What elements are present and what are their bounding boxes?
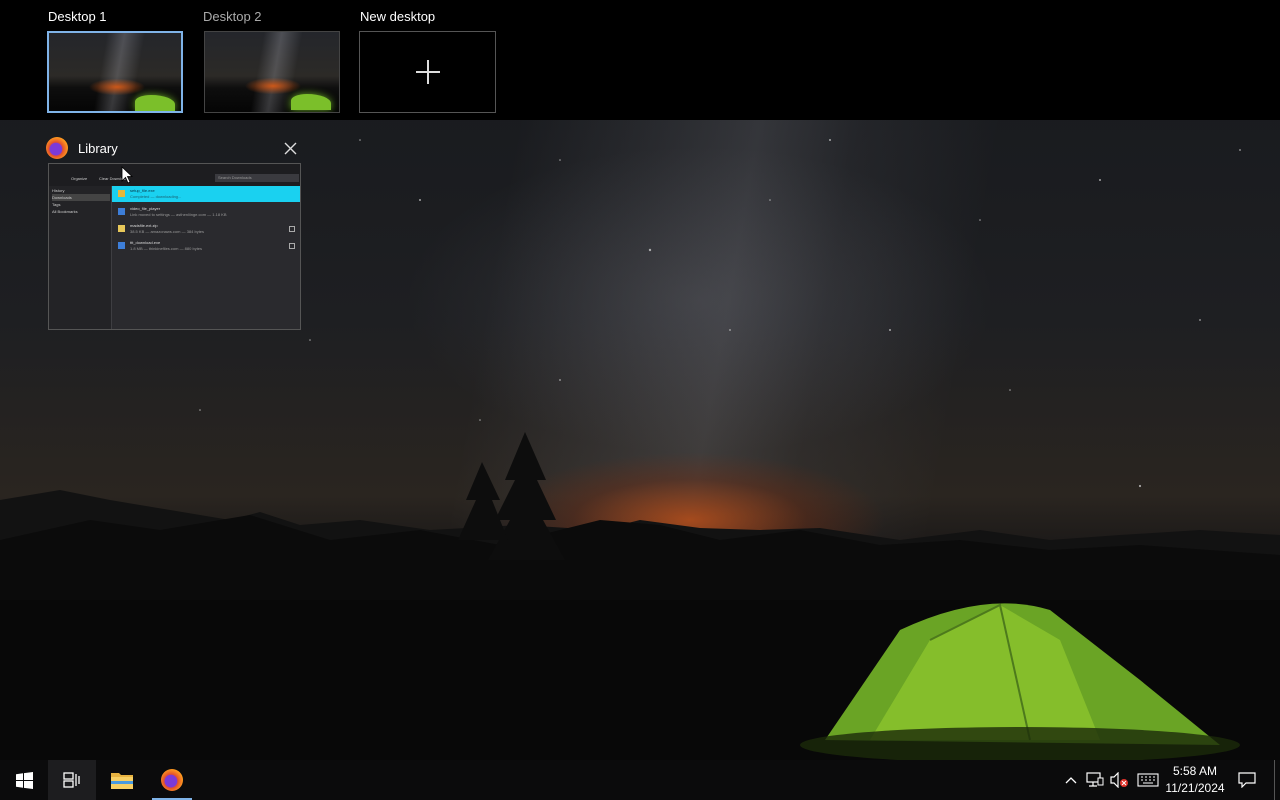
search-downloads-field: Search Downloads — [215, 174, 299, 182]
volume-button[interactable] — [1109, 770, 1129, 790]
new-desktop-button[interactable] — [359, 31, 496, 113]
download-detail: Completed — downloading... — [130, 194, 182, 199]
sidebar-item-history: History — [52, 188, 65, 193]
volume-muted-icon — [1110, 772, 1128, 788]
library-sidebar: History Downloads Tags All Bookmarks — [49, 186, 112, 329]
download-row: madsfile.ext.zip 38.5 KB — amazonaws.com… — [112, 221, 300, 237]
close-icon — [284, 142, 296, 154]
task-view-icon — [63, 772, 80, 788]
desktop-1-thumbnail[interactable] — [47, 31, 183, 113]
file-icon — [118, 208, 125, 215]
windows-start-icon — [15, 771, 33, 789]
firefox-icon — [46, 137, 68, 159]
firefox-icon — [161, 769, 183, 791]
download-name: ttt_download.exe — [130, 240, 161, 245]
download-row: setup_file.exe Completed — downloading..… — [112, 186, 300, 202]
window-title-bar[interactable]: Library — [46, 136, 302, 162]
organize-button: Organize — [71, 176, 88, 181]
close-window-button[interactable] — [280, 138, 300, 158]
start-button[interactable] — [0, 760, 48, 800]
file-icon — [118, 225, 125, 232]
download-name: video_file_player — [130, 206, 161, 211]
folder-icon — [289, 226, 295, 232]
touch-keyboard-button[interactable] — [1136, 770, 1160, 790]
clock-date: 11/21/2024 — [1165, 781, 1225, 795]
desktop-1-label: Desktop 1 — [48, 9, 107, 24]
notification-icon — [1238, 772, 1256, 788]
file-explorer-button[interactable] — [98, 760, 146, 800]
new-desktop-label: New desktop — [360, 9, 436, 24]
download-detail: 38.5 KB — amazonaws.com — 384 bytes — [130, 229, 205, 234]
file-icon — [118, 190, 125, 197]
file-explorer-icon — [111, 773, 133, 789]
desktop-2-thumbnail[interactable] — [204, 31, 340, 113]
library-window-thumbnail[interactable]: Organize Clear Downloads Search Download… — [48, 163, 301, 330]
network-button[interactable] — [1085, 770, 1105, 790]
task-view-button[interactable] — [48, 760, 96, 800]
taskbar: 5:58 AM 11/21/2024 — [0, 760, 1280, 800]
sidebar-item-downloads: Downloads — [52, 194, 110, 201]
sidebar-item-tags: Tags — [52, 202, 61, 207]
download-name: setup_file.exe — [130, 188, 155, 193]
library-toolbar: Organize Clear Downloads Search Download… — [49, 164, 300, 187]
folder-icon — [289, 243, 295, 249]
download-detail: Link moved to settings — asthenliinge.co… — [130, 212, 227, 217]
firefox-taskbar-button[interactable] — [148, 760, 196, 800]
sidebar-item-all-bookmarks: All Bookmarks — [52, 209, 78, 214]
download-row: video_file_player Link moved to settings… — [112, 204, 300, 220]
download-detail: 1.8 MB — thinkinefiles.com — 880 bytes — [130, 246, 203, 251]
desktop-2-label: Desktop 2 — [203, 9, 262, 24]
clock[interactable]: 5:58 AM 11/21/2024 — [1160, 763, 1230, 797]
show-hidden-icons-button[interactable] — [1061, 770, 1081, 790]
tent-image — [135, 95, 175, 111]
keyboard-icon — [1137, 773, 1159, 787]
file-icon — [118, 242, 125, 249]
clock-time: 5:58 AM — [1172, 764, 1218, 778]
window-title: Library — [78, 141, 118, 156]
mouse-cursor-icon — [121, 166, 133, 184]
chevron-up-icon — [1065, 777, 1077, 784]
action-center-button[interactable] — [1237, 770, 1257, 790]
plus-icon — [415, 60, 440, 84]
virtual-desktops-bar: Desktop 1 Desktop 2 New desktop — [0, 0, 1280, 120]
tent-image — [291, 94, 331, 110]
download-row: ttt_download.exe 1.8 MB — thinkinefiles.… — [112, 238, 300, 254]
show-desktop-button[interactable] — [1274, 760, 1275, 800]
network-icon — [1086, 772, 1104, 787]
wallpaper-scene — [0, 139, 1280, 800]
download-name: madsfile.ext.zip — [130, 223, 158, 228]
